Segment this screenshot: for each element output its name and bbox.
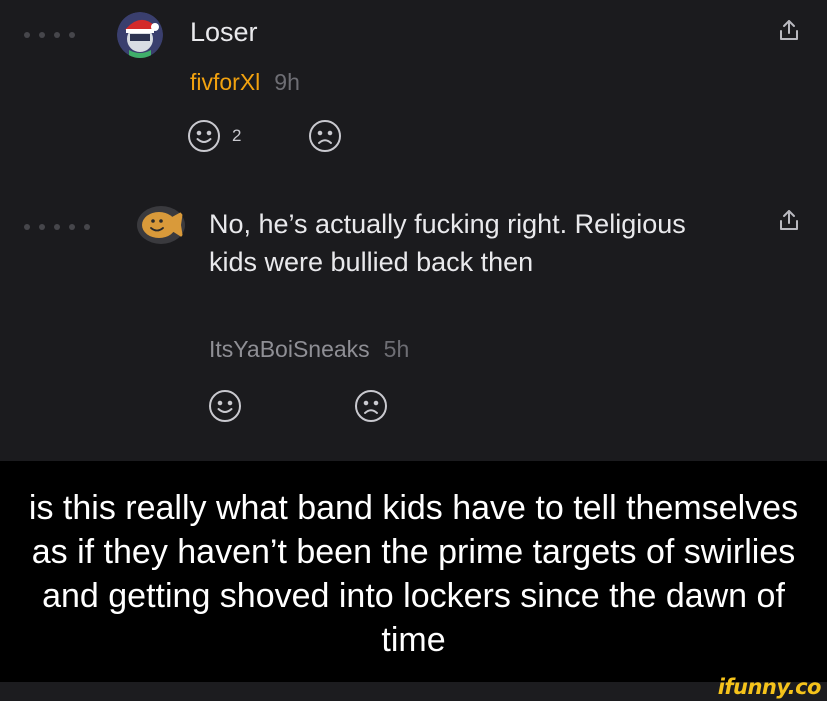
comment-text: No, he’s actually fucking right. Religio…	[209, 209, 686, 277]
thread-indent-dots	[24, 32, 75, 38]
smile-icon	[209, 390, 241, 422]
meme-caption: is this really what band kids have to te…	[0, 461, 827, 682]
comment: Loser fivforXl 9h 2	[0, 0, 827, 190]
reactions: 2	[186, 118, 343, 154]
ifunny-watermark: ifunny.co	[717, 675, 822, 699]
caption-text: is this really what band kids have to te…	[28, 488, 799, 659]
reactions	[207, 388, 389, 424]
footer-bar	[0, 682, 827, 701]
frown-icon	[355, 390, 387, 422]
frown-icon	[309, 120, 342, 152]
share-icon[interactable]	[778, 18, 800, 47]
like-reaction[interactable]: 2	[186, 118, 241, 154]
share-icon[interactable]	[778, 208, 800, 237]
like-reaction[interactable]	[207, 388, 253, 424]
avatar[interactable]	[136, 205, 186, 245]
avatar[interactable]	[117, 12, 163, 58]
smile-icon	[188, 120, 220, 152]
timestamp: 5h	[383, 336, 410, 362]
username[interactable]: fivforXl	[190, 69, 260, 96]
comment-text: Loser	[190, 17, 258, 47]
comment-thread: Loser fivforXl 9h 2 No, he’s actually fu…	[0, 0, 827, 461]
timestamp: 9h	[274, 69, 300, 95]
dislike-reaction[interactable]	[307, 118, 343, 154]
thread-indent-dots	[24, 224, 90, 230]
comment: No, he’s actually fucking right. Religio…	[0, 190, 827, 461]
dislike-reaction[interactable]	[353, 388, 389, 424]
username[interactable]: ItsYaBoiSneaks	[209, 336, 370, 363]
comment-meta: fivforXl 9h	[190, 69, 300, 96]
comment-meta: ItsYaBoiSneaks 5h	[209, 336, 409, 363]
like-count: 2	[232, 126, 242, 145]
